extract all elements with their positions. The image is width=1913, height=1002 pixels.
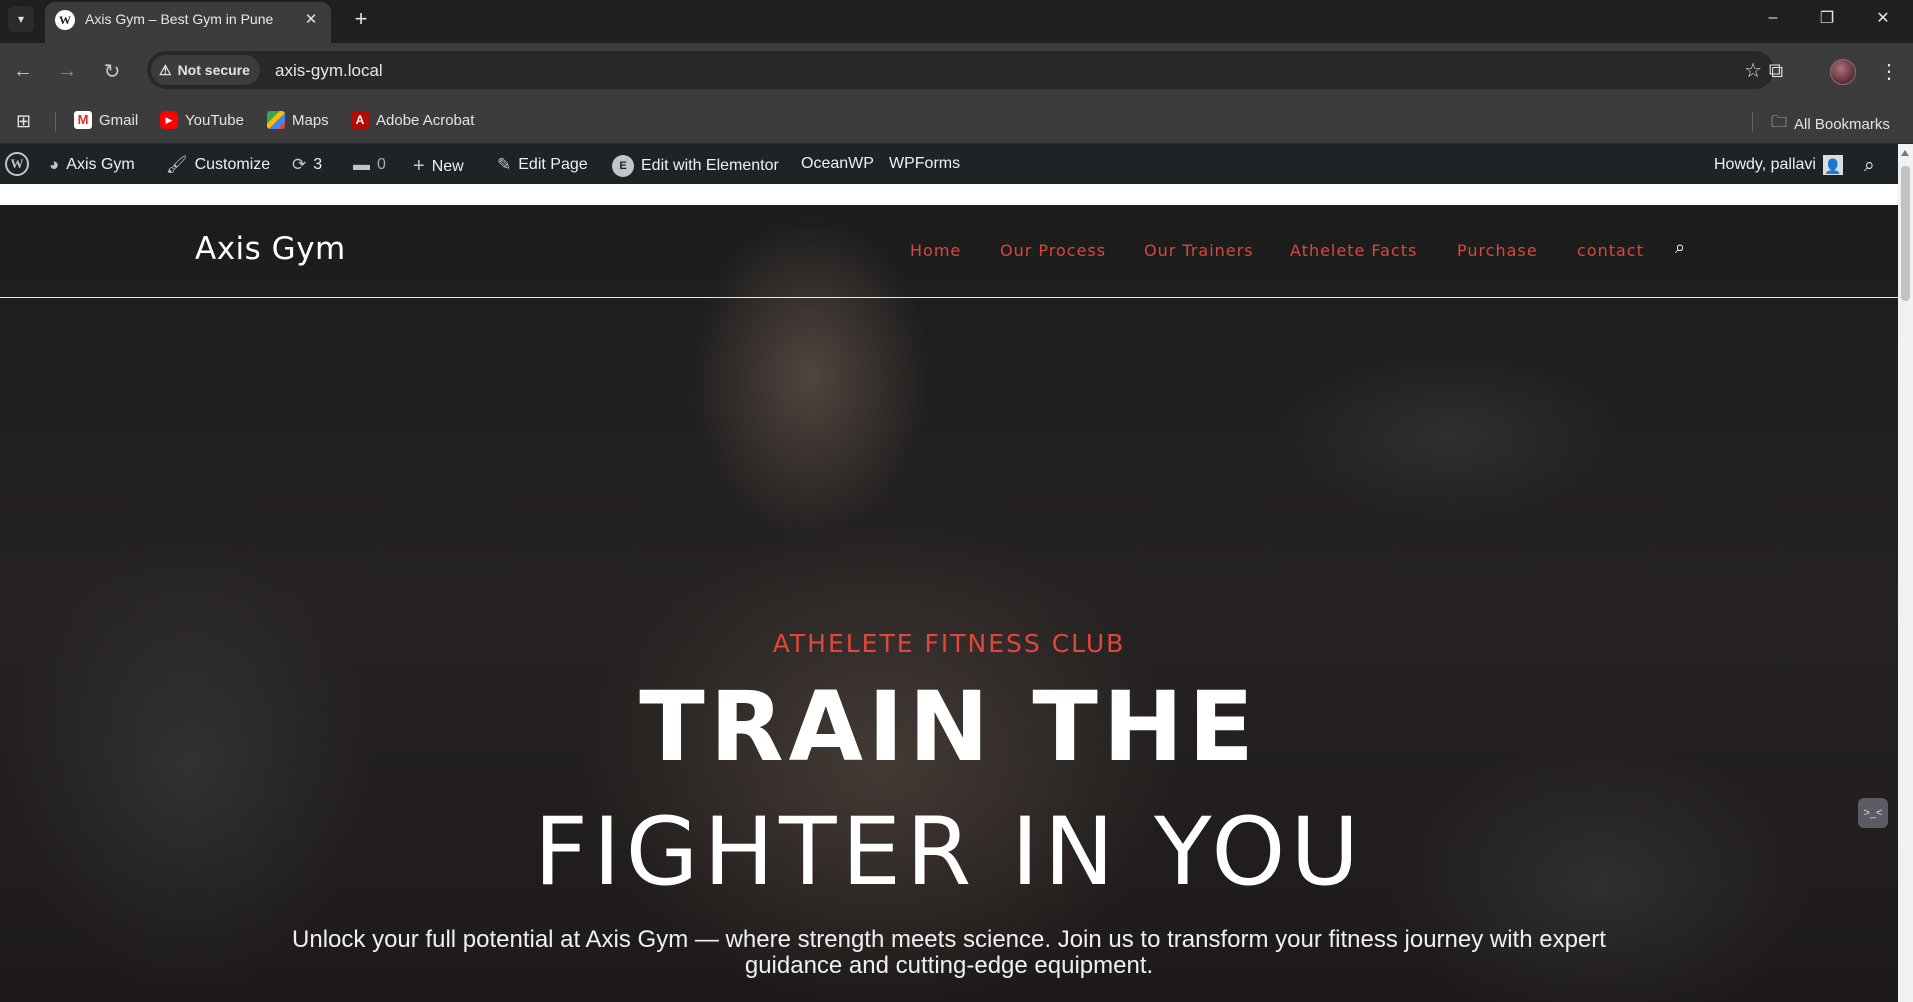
comments-count: 0 xyxy=(377,156,386,173)
wordpress-favicon-icon: W xyxy=(55,10,75,30)
tab-close-icon[interactable]: ✕ xyxy=(300,8,322,30)
admin-site-name[interactable]: ◕ Axis Gym xyxy=(49,155,135,175)
browser-tab-active[interactable]: W Axis Gym – Best Gym in Pune ✕ xyxy=(45,2,331,43)
hero-title-line2: FIGHTER IN YOU xyxy=(533,798,1365,907)
bookmark-star-icon[interactable]: ☆ xyxy=(1744,58,1762,83)
minimize-icon[interactable]: – xyxy=(1746,0,1800,35)
bookmark-label: Gmail xyxy=(99,111,139,129)
folder-icon: 🗀 xyxy=(1771,114,1788,131)
oceanwp-label: OceanWP xyxy=(801,155,874,172)
admin-edit-elementor[interactable]: E Edit with Elementor xyxy=(612,155,779,177)
forward-icon[interactable]: → xyxy=(52,56,82,86)
site-header: Axis Gym Home Our Process Our Trainers A… xyxy=(0,205,1898,298)
divider xyxy=(1752,112,1753,132)
bookmark-youtube[interactable]: ▶ YouTube xyxy=(160,111,244,129)
site-search-icon[interactable]: ⌕ xyxy=(1675,237,1685,258)
nav-home[interactable]: Home xyxy=(910,241,961,260)
tab-title: Axis Gym – Best Gym in Pune xyxy=(85,11,274,27)
bookmark-adobe-acrobat[interactable]: A Adobe Acrobat xyxy=(351,111,474,129)
pencil-icon: ✎ xyxy=(497,155,512,174)
maps-icon xyxy=(267,111,285,129)
tab-search-chevron-icon[interactable]: ▾ xyxy=(8,6,34,32)
admin-customize[interactable]: 🖌 Customize xyxy=(166,155,270,175)
hero-lead-text: Unlock your full potential at Axis Gym —… xyxy=(292,926,1606,979)
customize-label: Customize xyxy=(194,156,271,173)
admin-search-icon[interactable]: ⌕ xyxy=(1864,155,1875,177)
divider xyxy=(55,112,56,132)
browser-tab-strip: ▾ W Axis Gym – Best Gym in Pune ✕ + – ❐ … xyxy=(0,0,1913,43)
page-scrollbar[interactable] xyxy=(1898,144,1913,1002)
nav-our-trainers[interactable]: Our Trainers xyxy=(1144,241,1254,260)
howdy-label: Howdy, pallavi xyxy=(1714,156,1816,173)
page-viewport: Axis Gym Home Our Process Our Trainers A… xyxy=(0,184,1898,1002)
acrobat-icon: A xyxy=(351,111,369,129)
extensions-puzzle-icon[interactable]: ⧉ xyxy=(1761,56,1791,86)
admin-comments[interactable]: ▬ 0 xyxy=(353,155,386,175)
warning-icon: ⚠ xyxy=(159,61,172,78)
admin-oceanwp[interactable]: OceanWP xyxy=(801,155,874,173)
edit-page-label: Edit Page xyxy=(518,156,588,173)
nav-contact[interactable]: contact xyxy=(1577,241,1644,260)
menu-kebab-icon[interactable]: ⋮ xyxy=(1874,56,1904,86)
bookmark-maps[interactable]: Maps xyxy=(267,111,329,129)
edit-elementor-label: Edit with Elementor xyxy=(641,157,779,174)
dashboard-icon: ◕ xyxy=(49,155,60,174)
hero-title-line1: TRAIN THE xyxy=(639,671,1259,783)
nav-athelete-facts[interactable]: Athelete Facts xyxy=(1290,241,1417,260)
back-icon[interactable]: ← xyxy=(8,56,38,86)
admin-edit-page[interactable]: ✎ Edit Page xyxy=(497,155,588,175)
updates-count: 3 xyxy=(313,156,323,173)
admin-new[interactable]: + New xyxy=(413,155,464,178)
admin-wpforms[interactable]: WPForms xyxy=(889,155,960,173)
bookmark-gmail[interactable]: M Gmail xyxy=(74,111,138,129)
comment-icon: ▬ xyxy=(353,155,370,174)
nav-purchase[interactable]: Purchase xyxy=(1457,241,1538,260)
site-logo[interactable]: Axis Gym xyxy=(195,231,346,267)
new-tab-icon[interactable]: + xyxy=(348,6,374,32)
scrollbar-thumb[interactable] xyxy=(1901,166,1910,301)
url-text[interactable]: axis-gym.local xyxy=(275,61,383,81)
new-label: New xyxy=(431,157,464,175)
apps-grid-icon[interactable]: ⊞ xyxy=(16,111,31,132)
scroll-up-arrow-icon[interactable] xyxy=(1901,150,1909,156)
nav-our-process[interactable]: Our Process xyxy=(1000,241,1106,260)
elementor-icon: E xyxy=(612,155,634,177)
site-name-label: Axis Gym xyxy=(66,156,135,173)
wpforms-label: WPForms xyxy=(889,155,961,172)
security-chip[interactable]: ⚠ Not secure xyxy=(151,55,260,85)
all-bookmarks[interactable]: 🗀 All Bookmarks xyxy=(1771,111,1890,138)
wordpress-logo-icon[interactable]: W xyxy=(5,152,29,176)
window-close-icon[interactable]: ✕ xyxy=(1856,0,1910,35)
hero-kicker: ATHELETE FITNESS CLUB xyxy=(772,629,1126,658)
bookmark-label: Maps xyxy=(292,111,329,129)
bookmark-label: YouTube xyxy=(185,111,244,129)
updates-icon: ⟳ xyxy=(292,155,307,174)
brush-icon: 🖌 xyxy=(166,155,188,174)
plus-icon: + xyxy=(413,155,425,177)
hero-section: Axis Gym Home Our Process Our Trainers A… xyxy=(0,205,1898,1002)
restore-icon[interactable]: ❐ xyxy=(1800,0,1854,35)
bookmark-label: Adobe Acrobat xyxy=(376,111,475,129)
address-bar[interactable]: ⚠ Not secure axis-gym.local ☆ xyxy=(147,51,1774,89)
admin-updates[interactable]: ⟳ 3 xyxy=(292,155,322,175)
user-avatar: 👤 xyxy=(1822,155,1843,175)
wp-admin-bar: W ◕ Axis Gym 🖌 Customize ⟳ 3 ▬ 0 + New ✎… xyxy=(0,144,1913,184)
profile-avatar[interactable] xyxy=(1830,59,1856,85)
bookmarks-bar: ⊞ M Gmail ▶ YouTube Maps A Adobe Acrobat… xyxy=(0,100,1913,144)
reload-icon[interactable]: ↻ xyxy=(97,56,127,86)
youtube-icon: ▶ xyxy=(160,111,178,129)
all-bookmarks-label: All Bookmarks xyxy=(1794,116,1890,133)
floating-widget-icon[interactable]: >_< xyxy=(1858,798,1888,828)
browser-toolbar: ← → ↻ ⚠ Not secure axis-gym.local ☆ ⧉ ⋮ xyxy=(0,43,1913,100)
admin-howdy[interactable]: Howdy, pallavi 👤 xyxy=(1714,155,1843,175)
not-secure-label: Not secure xyxy=(177,62,250,78)
gmail-icon: M xyxy=(74,111,92,129)
